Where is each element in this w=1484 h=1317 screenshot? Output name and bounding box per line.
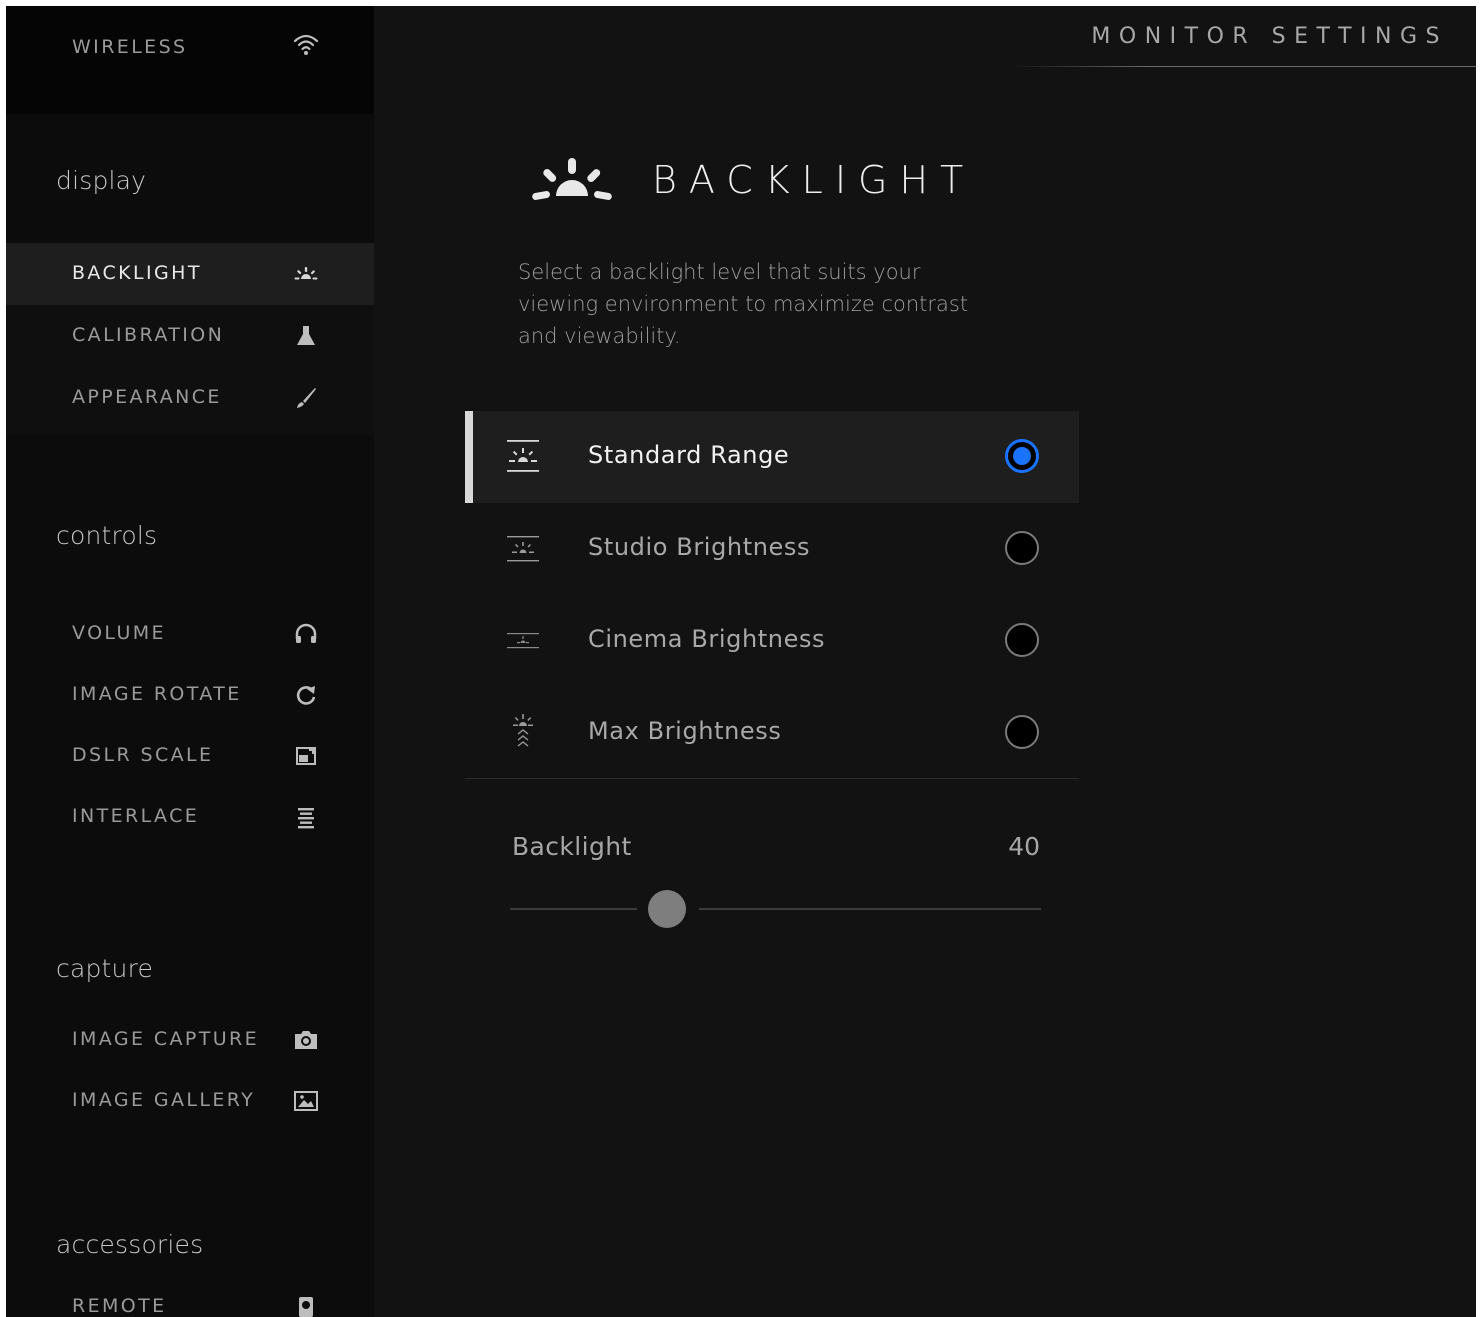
page-header-title: MONITOR SETTINGS [1091,24,1448,49]
sidebar-item-label: IMAGE CAPTURE [72,1028,260,1050]
sidebar-item-label: BACKLIGHT [72,262,202,284]
sidebar-item-interlace[interactable]: INTERLACE [6,786,374,848]
calibration-probe-icon [289,319,323,353]
sidebar-item-label: WIRELESS [72,36,188,58]
option-cinema-brightness[interactable]: Cinema Brightness [465,595,1079,687]
monitor-settings-app: WIRELESS display BACKLIGHT CALIBRATION A… [6,6,1476,1317]
sidebar-item-wireless[interactable]: WIRELESS [6,6,374,114]
studio-brightness-icon [507,536,539,562]
standard-range-icon [507,440,539,472]
rotate-icon [289,678,323,712]
wifi-icon [289,28,323,62]
sidebar-item-backlight[interactable]: BACKLIGHT [6,243,374,305]
backlight-icon [532,158,612,200]
radio-button[interactable] [1005,715,1039,749]
dslr-scale-icon [289,739,323,773]
header-divider [1011,66,1476,67]
slider-track-filled[interactable] [510,908,637,910]
radio-button[interactable] [1005,531,1039,565]
page-title: BACKLIGHT [652,158,976,202]
sidebar-item-label: DSLR SCALE [72,744,214,766]
section-title-capture: capture [56,954,154,983]
page-description: Select a backlight level that suits your… [518,260,969,348]
option-max-brightness[interactable]: Max Brightness [465,687,1079,779]
sidebar-item-remote[interactable]: REMOTE [6,1276,374,1317]
sidebar-item-label: VOLUME [72,622,166,644]
sidebar-item-appearance[interactable]: APPEARANCE [6,367,374,429]
sidebar-item-label: IMAGE ROTATE [72,683,242,705]
slider-track[interactable] [699,908,1041,910]
sidebar-item-label: REMOTE [72,1295,167,1317]
option-label: Studio Brightness [588,533,811,561]
sidebar-item-image-capture[interactable]: IMAGE CAPTURE [6,1009,374,1071]
headphones-icon [289,617,323,651]
gallery-icon [289,1084,323,1118]
backlight-slider-value: 40 [1008,832,1040,861]
section-title-controls: controls [56,521,158,550]
max-brightness-icon [513,714,533,747]
backlight-slider-thumb[interactable] [648,890,686,928]
interlace-icon [289,800,323,834]
backlight-slider-label: Backlight [512,832,632,861]
sidebar-item-label: INTERLACE [72,805,200,827]
option-label: Cinema Brightness [588,625,826,653]
radio-button[interactable] [1005,623,1039,657]
sidebar-item-dslr-scale[interactable]: DSLR SCALE [6,725,374,787]
option-label: Max Brightness [588,717,782,745]
option-label: Standard Range [588,441,790,469]
option-studio-brightness[interactable]: Studio Brightness [465,503,1079,595]
sidebar-item-calibration[interactable]: CALIBRATION [6,305,374,367]
option-standard-range[interactable]: Standard Range [465,411,1079,503]
sidebar-item-image-gallery[interactable]: IMAGE GALLERY [6,1070,374,1132]
radio-button-selected[interactable] [1005,439,1039,473]
options-divider [465,778,1079,779]
sidebar-item-label: APPEARANCE [72,386,222,408]
remote-icon [289,1290,323,1317]
cinema-brightness-icon [507,633,539,649]
section-title-accessories: accessories [56,1230,204,1259]
brush-icon [289,381,323,415]
sidebar-item-label: CALIBRATION [72,324,225,346]
sidebar-item-volume[interactable]: VOLUME [6,603,374,665]
sidebar: WIRELESS display BACKLIGHT CALIBRATION A… [6,6,374,1317]
backlight-options-list: Standard Range Studio Brightness Cinema … [465,411,1079,779]
sidebar-item-image-rotate[interactable]: IMAGE ROTATE [6,664,374,726]
display-group: BACKLIGHT CALIBRATION APPEARANCE [6,243,374,435]
sidebar-item-label: IMAGE GALLERY [72,1089,256,1111]
backlight-icon [289,257,323,291]
camera-icon [289,1023,323,1057]
section-title-display: display [56,166,147,195]
